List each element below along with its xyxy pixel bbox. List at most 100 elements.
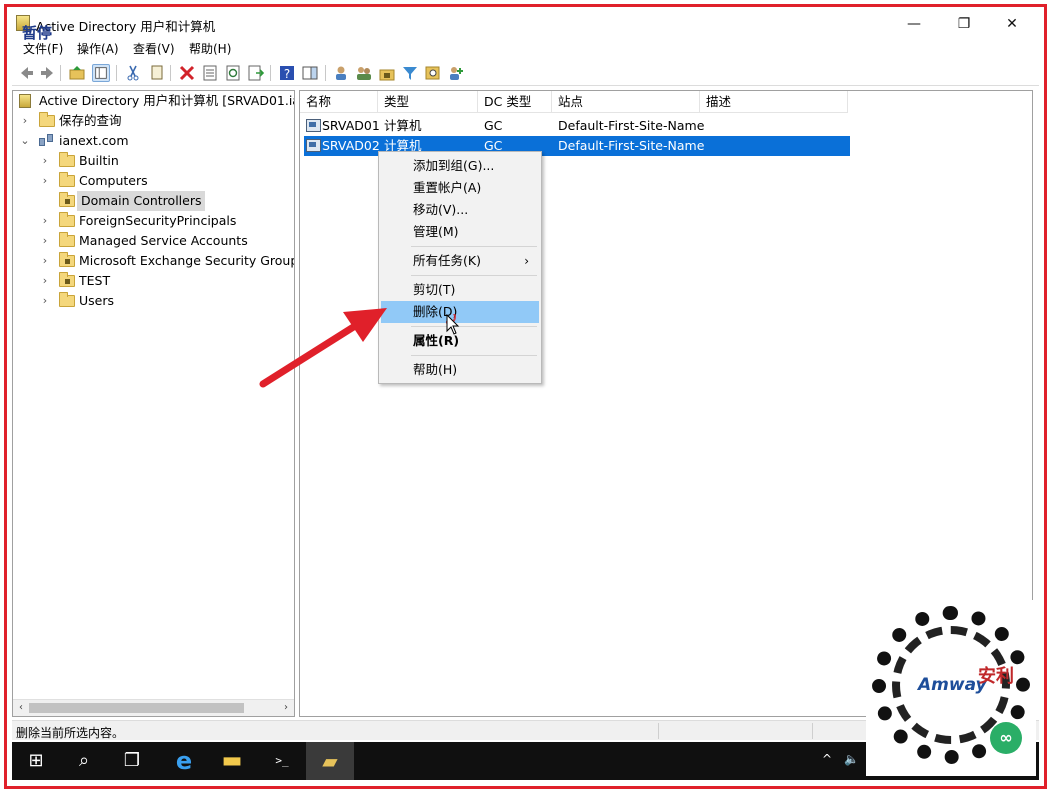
ou-folder-icon	[59, 252, 75, 267]
tree-item-label: ForeignSecurityPrincipals	[79, 213, 237, 228]
chevron-right-icon[interactable]: ›	[39, 291, 51, 311]
taskbar-file-explorer[interactable]: ▬	[208, 742, 256, 780]
folder-icon	[59, 292, 75, 307]
tree-item-label: Builtin	[79, 153, 119, 168]
ou-folder-icon	[59, 272, 75, 287]
column-header-type[interactable]: 类型	[378, 91, 478, 113]
cut-icon[interactable]	[124, 64, 142, 82]
taskbar-internet-explorer[interactable]: e	[160, 742, 208, 780]
chevron-right-icon[interactable]: ›	[39, 211, 51, 231]
new-ou-icon[interactable]	[378, 64, 396, 82]
folder-icon	[59, 232, 75, 247]
chevron-right-icon[interactable]: ›	[39, 271, 51, 291]
qr-code-watermark: Amway 安利 ∞	[866, 600, 1036, 776]
chevron-right-icon[interactable]: ›	[39, 151, 51, 171]
svg-text:?: ?	[284, 67, 290, 81]
cell-site: Default-First-Site-Name	[558, 138, 705, 153]
internet-explorer-icon: e	[175, 747, 193, 775]
taskbar-aduc[interactable]: ▰	[306, 742, 354, 780]
new-group-icon[interactable]	[355, 64, 373, 82]
table-row[interactable]: SRVAD01 计算机 GC Default-First-Site-Name	[304, 116, 850, 136]
show-hide-action-pane-icon[interactable]	[301, 64, 319, 82]
volume-icon[interactable]: 🔈	[844, 752, 859, 766]
menu-view[interactable]: 查看(V)	[133, 40, 175, 57]
tree-item-label-selected: Domain Controllers	[77, 191, 206, 211]
add-to-group-icon[interactable]	[447, 64, 465, 82]
copy-icon[interactable]	[148, 64, 166, 82]
command-prompt-icon: >_	[275, 754, 289, 767]
chevron-down-icon[interactable]: ⌄	[19, 131, 31, 151]
tray-overflow-icon[interactable]: ^	[822, 752, 832, 766]
start-button[interactable]: ⊞	[12, 742, 60, 780]
menu-help[interactable]: 帮助(H)	[189, 40, 231, 57]
menu-item-reset-account[interactable]: 重置帐户(A)	[381, 177, 539, 199]
tree-horizontal-scrollbar[interactable]: ‹ ›	[13, 699, 294, 716]
menu-action[interactable]: 操作(A)	[77, 40, 119, 57]
column-header-name[interactable]: 名称	[300, 91, 378, 113]
export-list-icon[interactable]	[247, 64, 265, 82]
filter-icon[interactable]	[401, 64, 419, 82]
toolbar-separator	[170, 65, 171, 81]
delete-icon[interactable]	[178, 64, 196, 82]
column-header-dc-type[interactable]: DC 类型	[478, 91, 552, 113]
toolbar-separator	[325, 65, 326, 81]
status-divider	[812, 723, 813, 739]
scroll-right-icon[interactable]: ›	[278, 700, 294, 716]
tree-item-label: Users	[79, 293, 115, 308]
search-icon: ⌕	[78, 750, 90, 771]
menu-item-move[interactable]: 移动(V)...	[381, 199, 539, 221]
cell-name: SRVAD01	[322, 118, 380, 133]
folder-icon	[59, 172, 75, 187]
taskbar-command-prompt[interactable]: >_	[258, 742, 306, 780]
new-user-icon[interactable]	[332, 64, 350, 82]
chevron-right-icon[interactable]: ›	[19, 111, 31, 131]
column-header-description[interactable]: 描述	[700, 91, 848, 113]
ou-folder-icon	[59, 192, 75, 207]
scroll-left-icon[interactable]: ‹	[13, 700, 29, 716]
tree-item-label: Microsoft Exchange Security Groups	[79, 253, 295, 268]
cell-type: 计算机	[384, 118, 422, 133]
computer-icon	[306, 139, 321, 152]
help-icon[interactable]: ?	[278, 64, 296, 82]
back-icon[interactable]	[18, 64, 36, 82]
menu-item-manage[interactable]: 管理(M)	[381, 221, 539, 243]
chevron-right-icon[interactable]: ›	[39, 251, 51, 271]
menu-item-add-to-group[interactable]: 添加到组(G)...	[381, 155, 539, 177]
search-button[interactable]: ⌕	[60, 742, 108, 780]
menu-item-all-tasks[interactable]: 所有任务(K) ›	[381, 250, 539, 272]
menu-item-delete[interactable]: 删除(D)	[381, 301, 539, 323]
menu-item-help[interactable]: 帮助(H)	[381, 359, 539, 381]
refresh-icon[interactable]	[224, 64, 242, 82]
menu-item-properties[interactable]: 属性(R)	[381, 330, 539, 352]
annotation-arrow-icon	[259, 308, 387, 388]
menu-file[interactable]: 文件(F)	[23, 40, 63, 57]
minimize-button[interactable]: —	[891, 12, 937, 36]
maximize-button[interactable]: ❐	[941, 12, 987, 36]
scroll-thumb[interactable]	[29, 703, 244, 713]
context-menu: 添加到组(G)... 重置帐户(A) 移动(V)... 管理(M) 所有任务(K…	[378, 151, 542, 384]
task-view-icon: ❐	[123, 750, 141, 771]
status-text: 删除当前所选内容。	[16, 726, 125, 740]
menu-separator	[411, 275, 537, 276]
window-title: Active Directory 用户和计算机	[36, 19, 216, 34]
menu-item-cut[interactable]: 剪切(T)	[381, 279, 539, 301]
amway-chinese-mark: 安利	[978, 666, 1014, 687]
menu-separator	[411, 355, 537, 356]
computer-icon	[306, 119, 321, 132]
up-folder-icon[interactable]	[68, 64, 86, 82]
close-button[interactable]: ✕	[989, 12, 1035, 36]
toolbar-separator	[116, 65, 117, 81]
forward-icon[interactable]	[38, 64, 56, 82]
chevron-right-icon[interactable]: ›	[39, 171, 51, 191]
tree-item-label: TEST	[79, 273, 111, 288]
chevron-right-icon[interactable]: ›	[39, 231, 51, 251]
task-view-button[interactable]: ❐	[108, 742, 156, 780]
find-icon[interactable]	[424, 64, 442, 82]
console-tree[interactable]: Active Directory 用户和计算机 [SRVAD01.ianext.…	[12, 90, 295, 717]
mouse-cursor-icon	[446, 314, 460, 335]
column-header-site[interactable]: 站点	[552, 91, 700, 113]
properties-icon[interactable]	[201, 64, 219, 82]
tree-item-label: Computers	[79, 173, 148, 188]
show-console-tree-icon[interactable]	[92, 64, 110, 82]
file-explorer-icon: ▬	[221, 748, 243, 773]
